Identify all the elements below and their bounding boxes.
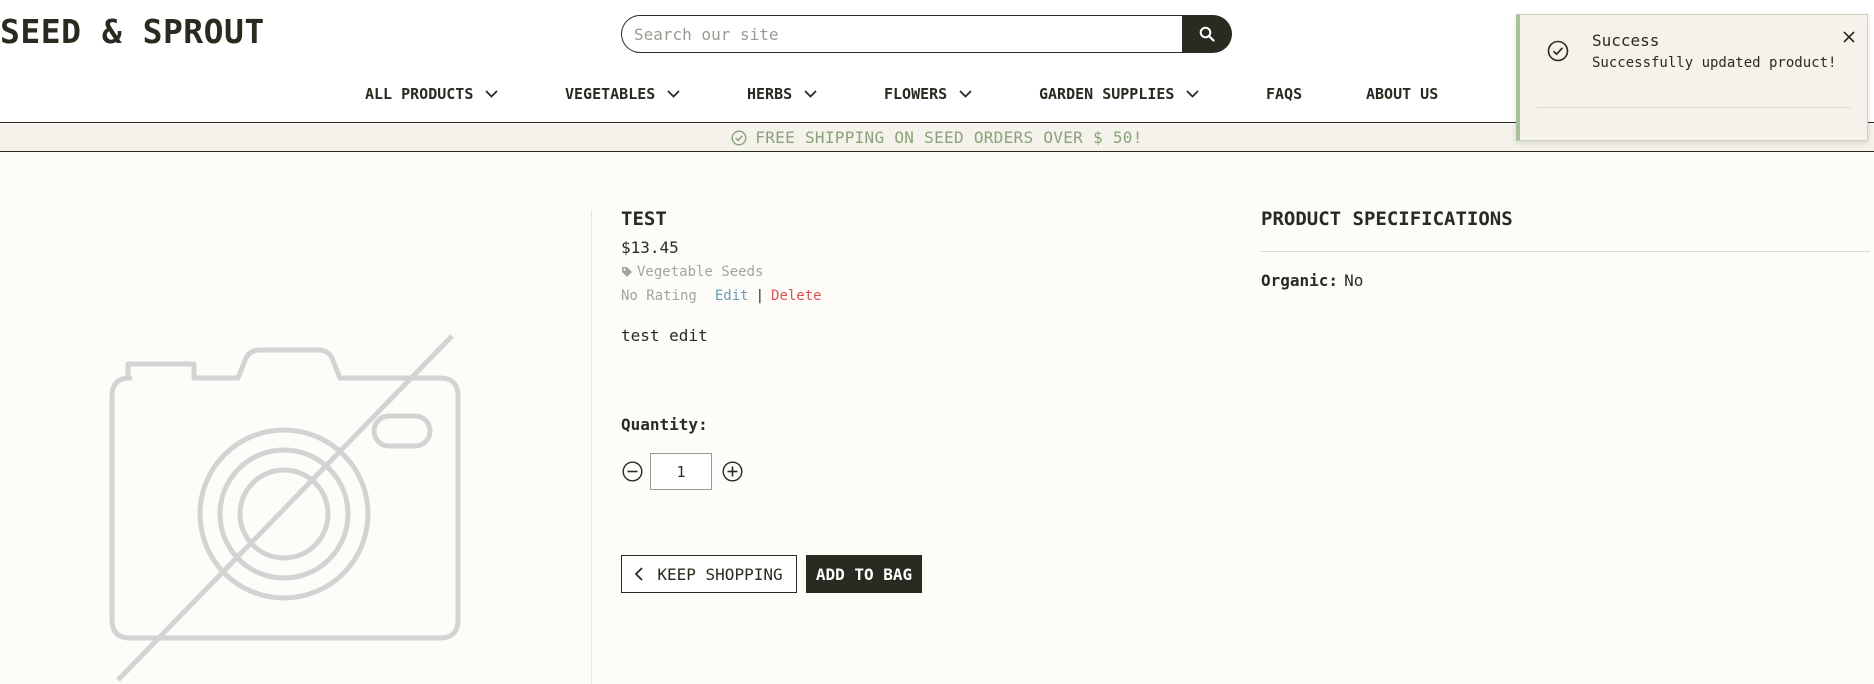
nav-item-vegetables[interactable]: VEGETABLES [565, 80, 680, 108]
delete-link[interactable]: Delete [771, 288, 822, 304]
nav-item-all-products[interactable]: ALL PRODUCTS [365, 80, 499, 108]
success-toast: Success Successfully updated product! [1516, 14, 1868, 141]
product-price: $13.45 [621, 238, 679, 257]
nav-item-label: HERBS [747, 85, 793, 103]
search-button[interactable] [1182, 15, 1232, 53]
chevron-down-icon [959, 90, 972, 98]
rating-actions-row: No Rating Edit | Delete [621, 288, 822, 304]
check-circle-icon [731, 129, 747, 146]
nav-item-flowers[interactable]: FLOWERS [884, 80, 972, 108]
check-circle-icon [1547, 40, 1569, 62]
plus-circle-icon [721, 460, 743, 482]
nav-item-label: FLOWERS [884, 85, 948, 103]
keep-shopping-label: KEEP SHOPPING [657, 564, 783, 584]
spec-value: No [1344, 271, 1364, 290]
nav-item-label: ALL PRODUCTS [365, 85, 474, 103]
no-image-camera-icon [109, 334, 461, 682]
chevron-down-icon [1186, 90, 1200, 98]
nav-item-label: GARDEN SUPPLIES [1039, 85, 1175, 103]
nav-item-herbs[interactable]: HERBS [747, 80, 817, 108]
toast-title: Success [1592, 31, 1660, 50]
product-rating: No Rating [621, 288, 697, 304]
chevron-down-icon [804, 90, 817, 98]
edit-link[interactable]: Edit [715, 288, 749, 304]
add-to-bag-button[interactable]: ADD TO BAG [806, 555, 922, 593]
search-input[interactable] [621, 15, 1196, 53]
nav-item-label: VEGETABLES [565, 85, 656, 103]
product-description: test edit [621, 326, 708, 345]
separator: | [755, 288, 765, 304]
chevron-left-icon [635, 567, 644, 581]
increase-quantity-button[interactable] [721, 460, 743, 482]
close-icon[interactable] [1841, 29, 1857, 45]
chevron-down-icon [667, 90, 680, 98]
specs-title: PRODUCT SPECIFICATIONS [1261, 208, 1513, 230]
toast-progress-bar [1537, 107, 1851, 108]
product-image [0, 210, 592, 684]
site-logo[interactable]: SEED & SPROUT [0, 12, 265, 51]
nav-item-label: ABOUT US [1366, 85, 1439, 103]
divider [1261, 251, 1870, 252]
search-form [621, 15, 1232, 53]
quantity-label: Quantity: [621, 415, 708, 434]
toast-message: Successfully updated product! [1592, 55, 1837, 71]
promo-text: FREE SHIPPING ON SEED ORDERS OVER $ 50! [755, 128, 1143, 147]
tag-icon [621, 266, 633, 278]
keep-shopping-button[interactable]: KEEP SHOPPING [621, 555, 797, 593]
product-title: TEST [621, 208, 667, 230]
nav-item-about-us[interactable]: ABOUT US [1366, 80, 1438, 108]
product-category[interactable]: Vegetable Seeds [621, 264, 763, 280]
search-icon [1199, 26, 1215, 42]
decrease-quantity-button[interactable] [621, 460, 643, 482]
spec-key: Organic: [1261, 271, 1339, 290]
minus-circle-icon [621, 460, 643, 482]
chevron-down-icon [485, 90, 499, 98]
nav-item-garden-supplies[interactable]: GARDEN SUPPLIES [1039, 80, 1200, 108]
quantity-input[interactable] [650, 453, 712, 490]
product-category-label: Vegetable Seeds [637, 264, 764, 280]
spec-row: Organic: No [1261, 271, 1363, 290]
nav-item-faqs[interactable]: FAQS [1266, 80, 1302, 108]
nav-item-label: FAQS [1266, 85, 1303, 103]
